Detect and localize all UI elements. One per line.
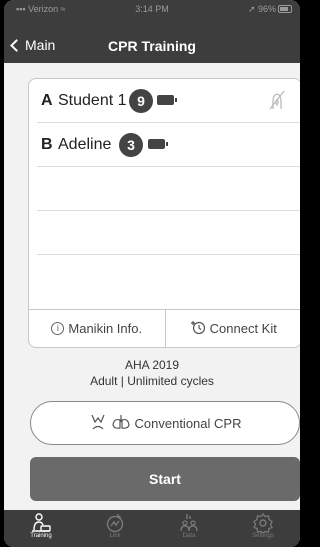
compression-count-badge: 9 [129,89,153,113]
cpr-mode-label: Conventional CPR [134,415,242,431]
page-title: CPR Training [108,38,196,54]
data-icon [178,513,200,533]
battery-icon [278,5,292,13]
student-name: Adeline [58,136,112,153]
training-icon [30,513,52,533]
lungs-icon [111,413,135,434]
manikin-info-label: Manikin Info. [68,321,143,336]
tab-label: Settings [252,533,274,539]
protocol-details: Adult | Unlimited cycles [90,374,214,388]
empty-slot [37,167,300,211]
compression-count-badge: 3 [119,133,143,157]
card-footer: i Manikin Info. Connect Kit [29,309,300,347]
top-bar: ▪▪▪ Verizon ≈ 3:14 PM ➚ 96% Main CPR Tra… [4,0,300,63]
student-name: Student 1 [58,92,127,109]
tab-label: Data [182,533,196,539]
status-bar: ▪▪▪ Verizon ≈ 3:14 PM ➚ 96% [4,3,300,17]
battery-status: ➚ 96% [248,4,292,15]
empty-slot [37,255,300,299]
tab-link[interactable]: Link [78,510,152,547]
battery-icon [157,95,177,105]
connect-kit-button[interactable]: Connect Kit [164,310,301,347]
info-icon: i [51,322,65,335]
protocol-info: AHA 2019 Adult | Unlimited cycles [4,358,300,388]
start-button[interactable]: Start [30,457,300,501]
tab-data[interactable]: Data [152,510,226,547]
tab-training[interactable]: Training [4,510,78,547]
protocol-standard: AHA 2019 [124,358,180,372]
link-disabled-icon [267,89,287,116]
manikin-info-button[interactable]: i Manikin Info. [29,310,165,347]
connect-kit-icon [190,319,206,338]
battery-icon [148,139,168,149]
connect-kit-label: Connect Kit [209,321,277,336]
student-letter: A [41,92,53,109]
tab-label: Training [30,533,52,539]
link-icon [104,513,126,533]
tab-settings[interactable]: Settings [226,510,300,547]
student-row-b[interactable]: B Adeline 3 [37,123,300,167]
rescuer-icon [89,413,111,434]
student-list-card: A Student 1 9 B Adeline 3 i Manikin Info… [28,78,300,348]
tab-bar: Training Link Data Settings [4,510,300,547]
empty-slot [37,211,300,255]
phone-screen: ▪▪▪ Verizon ≈ 3:14 PM ➚ 96% Main CPR Tra… [4,0,300,547]
student-row-a[interactable]: A Student 1 9 [37,79,300,123]
student-letter: B [41,136,53,153]
cpr-mode-button[interactable]: Conventional CPR [30,401,300,445]
settings-icon [252,513,274,533]
tab-label: Link [109,533,121,539]
